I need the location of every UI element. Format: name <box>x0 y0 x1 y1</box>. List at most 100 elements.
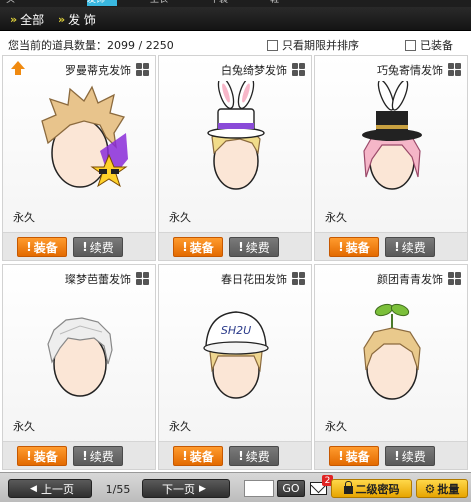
exclamation-icon: ! <box>338 240 344 254</box>
item-card[interactable]: 巧兔寄情发饰 永久 ! 装备 ! 续费 <box>314 55 468 261</box>
detail-grid-icon[interactable] <box>448 63 461 76</box>
tab-bottom[interactable]: 下装 <box>210 0 228 6</box>
renew-label: 续费 <box>89 449 114 464</box>
item-duration: 永久 <box>169 420 191 433</box>
item-card[interactable]: 白兔绮梦发饰 永久 ! 装备 ! 续费 <box>158 55 312 261</box>
detail-grid-icon[interactable] <box>448 272 461 285</box>
equip-label: 装备 <box>345 449 370 464</box>
chevron-right-icon: » <box>58 12 66 26</box>
bulk-label: 批量 <box>437 482 460 496</box>
renew-button[interactable]: ! 续费 <box>385 446 435 466</box>
item-card[interactable]: 颜团青青发饰 永久 ! 装备 ! 续费 <box>314 264 468 470</box>
exclamation-icon: ! <box>82 449 88 463</box>
item-thumbnail <box>363 303 421 400</box>
page-number-input[interactable] <box>244 480 274 497</box>
item-actions: ! 装备 ! 续费 <box>159 441 311 469</box>
equip-label: 装备 <box>189 449 214 464</box>
renew-button[interactable]: ! 续费 <box>229 446 279 466</box>
renew-label: 续费 <box>89 240 114 255</box>
renew-button[interactable]: ! 续费 <box>73 446 123 466</box>
detail-grid-icon[interactable] <box>136 272 149 285</box>
renew-button[interactable]: ! 续费 <box>73 237 123 257</box>
equip-button[interactable]: ! 装备 <box>173 237 223 257</box>
renew-button[interactable]: ! 续费 <box>229 237 279 257</box>
filter-all-label: 全部 <box>20 12 45 27</box>
item-name: 巧兔寄情发饰 <box>377 64 443 77</box>
item-name: 春日花田发饰 <box>221 273 287 286</box>
renew-label: 续费 <box>401 449 426 464</box>
renew-label: 续费 <box>401 240 426 255</box>
equip-button[interactable]: ! 装备 <box>329 446 379 466</box>
filter-hair-label: 发 饰 <box>68 12 96 27</box>
tab-shoes[interactable]: 鞋 <box>270 0 279 6</box>
svg-text:SH2U: SH2U <box>221 324 251 337</box>
item-card[interactable]: 春日花田发饰 SH2U 永久 ! 装备 ! 续费 <box>158 264 312 470</box>
detail-grid-icon[interactable] <box>136 63 149 76</box>
renew-label: 续费 <box>245 240 270 255</box>
tab-hair-accessory[interactable]: 发饰 <box>87 0 117 6</box>
equip-label: 装备 <box>189 240 214 255</box>
category-tab-strip: 头 发饰 上衣 下装 鞋 <box>0 0 471 7</box>
item-thumbnail <box>207 81 265 190</box>
next-page-button[interactable]: 下一页 ▶ <box>142 479 230 498</box>
detail-grid-icon[interactable] <box>292 63 305 76</box>
item-actions: ! 装备 ! 续费 <box>315 232 467 260</box>
item-name: 罗曼蒂克发饰 <box>65 64 131 77</box>
item-duration: 永久 <box>13 211 35 224</box>
bulk-button[interactable]: ⚙ 批量 <box>416 479 468 498</box>
equip-button[interactable]: ! 装备 <box>17 237 67 257</box>
go-button[interactable]: GO <box>277 480 305 497</box>
item-duration: 永久 <box>325 211 347 224</box>
exclamation-icon: ! <box>338 449 344 463</box>
inventory-info-row: 您当前的道具数量：2099 / 2250 只看期限并排序 已装备 <box>0 31 471 55</box>
equip-label: 装备 <box>345 240 370 255</box>
tab-head[interactable]: 头 <box>6 0 15 6</box>
gear-icon: ⚙ <box>424 481 436 496</box>
detail-grid-icon[interactable] <box>292 272 305 285</box>
prev-page-label: 上一页 <box>40 482 74 496</box>
item-card[interactable]: 罗曼蒂克发饰 永久 ! 装备 ! 续费 <box>2 55 156 261</box>
item-actions: ! 装备 ! 续费 <box>315 441 467 469</box>
tab-top[interactable]: 上衣 <box>150 0 168 6</box>
equip-label: 装备 <box>33 240 58 255</box>
item-actions: ! 装备 ! 续费 <box>3 441 155 469</box>
item-thumbnail <box>41 85 128 188</box>
item-grid: 罗曼蒂克发饰 永久 ! 装备 ! 续费 白兔绮梦发饰 永久 ! 装备 ! 续费 … <box>2 55 471 472</box>
next-page-label: 下一页 <box>162 482 196 496</box>
equip-button[interactable]: ! 装备 <box>17 446 67 466</box>
exclamation-icon: ! <box>182 449 188 463</box>
item-duration: 永久 <box>169 211 191 224</box>
exclamation-icon: ! <box>26 449 32 463</box>
filter-hair-accessory[interactable]: » 发 饰 <box>58 11 96 27</box>
item-name: 白兔绮梦发饰 <box>221 64 287 77</box>
chevron-right-icon: » <box>10 12 18 26</box>
checkbox-box[interactable] <box>267 39 278 51</box>
item-duration: 永久 <box>13 420 35 433</box>
equip-button[interactable]: ! 装备 <box>173 446 223 466</box>
exclamation-icon: ! <box>82 240 88 254</box>
equip-button[interactable]: ! 装备 <box>329 237 379 257</box>
item-card[interactable]: 璨梦芭蕾发饰 永久 ! 装备 ! 续费 <box>2 264 156 470</box>
prev-page-button[interactable]: ◀ 上一页 <box>8 479 92 498</box>
triangle-right-icon: ▶ <box>199 483 206 494</box>
exclamation-icon: ! <box>26 240 32 254</box>
item-actions: ! 装备 ! 续费 <box>159 232 311 260</box>
equipped-checkbox[interactable]: 已装备 <box>405 37 453 53</box>
exclamation-icon: ! <box>394 449 400 463</box>
item-thumbnail <box>47 317 113 397</box>
page-indicator: 1/55 <box>105 483 131 496</box>
subcategory-bar: » 全部 » 发 饰 <box>0 7 471 31</box>
secondary-password-button[interactable]: 二级密码 <box>331 479 412 498</box>
renew-label: 续费 <box>245 449 270 464</box>
secondary-password-label: 二级密码 <box>355 482 400 496</box>
item-duration: 永久 <box>325 420 347 433</box>
only-limited-checkbox[interactable]: 只看期限并排序 <box>267 37 359 53</box>
item-name: 璨梦芭蕾发饰 <box>65 273 131 286</box>
exclamation-icon: ! <box>394 240 400 254</box>
renew-button[interactable]: ! 续费 <box>385 237 435 257</box>
triangle-left-icon: ◀ <box>30 483 37 494</box>
exclamation-icon: ! <box>238 240 244 254</box>
checkbox-box[interactable] <box>405 39 416 51</box>
filter-all[interactable]: » 全部 <box>10 11 44 27</box>
equip-label: 装备 <box>33 449 58 464</box>
